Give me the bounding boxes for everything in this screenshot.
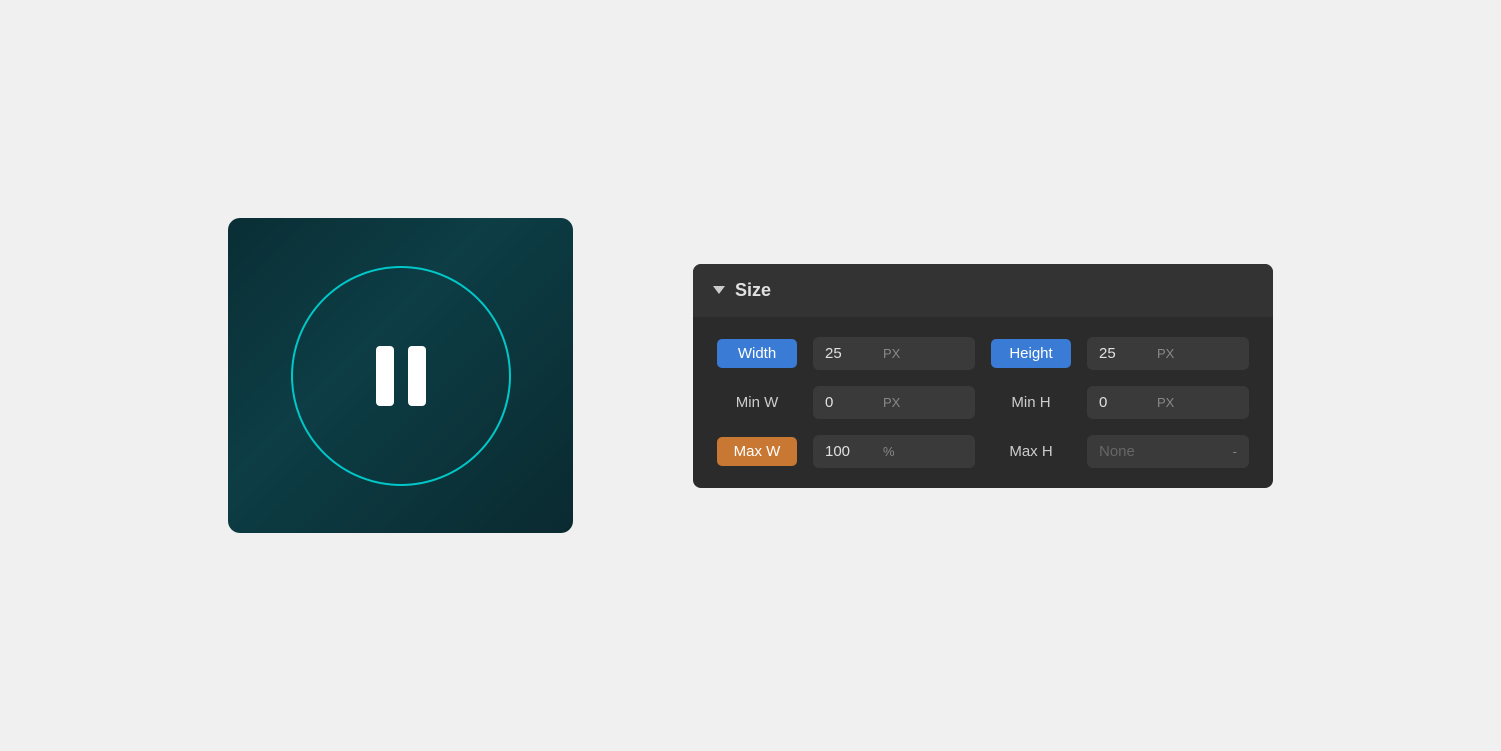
height-input[interactable] bbox=[1087, 337, 1157, 370]
width-label: Width bbox=[717, 339, 797, 368]
width-input-group[interactable]: PX bbox=[813, 337, 975, 370]
min-w-input-group[interactable]: PX bbox=[813, 386, 975, 419]
min-w-input[interactable] bbox=[813, 386, 883, 419]
panel-body: Width PX Height PX Min W PX Min H PX bbox=[693, 317, 1273, 488]
min-h-label: Min H bbox=[991, 388, 1071, 417]
height-label: Height bbox=[991, 339, 1071, 368]
pause-bar-left bbox=[376, 346, 394, 406]
max-h-value: None bbox=[1087, 435, 1233, 468]
min-h-input-group[interactable]: PX bbox=[1087, 386, 1249, 419]
width-input[interactable] bbox=[813, 337, 883, 370]
max-w-input-group[interactable]: % bbox=[813, 435, 975, 468]
chevron-down-icon[interactable] bbox=[713, 286, 725, 294]
size-row-width-height: Width PX Height PX bbox=[717, 337, 1249, 370]
pause-bar-right bbox=[408, 346, 426, 406]
width-unit: PX bbox=[883, 338, 912, 369]
max-h-input-group[interactable]: None - bbox=[1087, 435, 1249, 468]
min-w-unit: PX bbox=[883, 387, 912, 418]
min-h-unit: PX bbox=[1157, 387, 1186, 418]
circle-outline bbox=[291, 266, 511, 486]
size-row-min: Min W PX Min H PX bbox=[717, 386, 1249, 419]
panel-header: Size bbox=[693, 264, 1273, 317]
max-w-input[interactable] bbox=[813, 435, 883, 468]
height-input-group[interactable]: PX bbox=[1087, 337, 1249, 370]
max-w-label: Max W bbox=[717, 437, 797, 466]
height-unit: PX bbox=[1157, 338, 1186, 369]
max-w-unit: % bbox=[883, 436, 907, 467]
max-h-label: Max H bbox=[991, 437, 1071, 466]
pause-icon bbox=[376, 346, 426, 406]
size-panel: Size Width PX Height PX Min W PX Min H bbox=[693, 264, 1273, 488]
preview-card bbox=[228, 218, 573, 533]
max-h-unit: - bbox=[1233, 436, 1249, 467]
size-row-max: Max W % Max H None - bbox=[717, 435, 1249, 468]
min-h-input[interactable] bbox=[1087, 386, 1157, 419]
min-w-label: Min W bbox=[717, 388, 797, 417]
panel-title: Size bbox=[735, 280, 771, 301]
